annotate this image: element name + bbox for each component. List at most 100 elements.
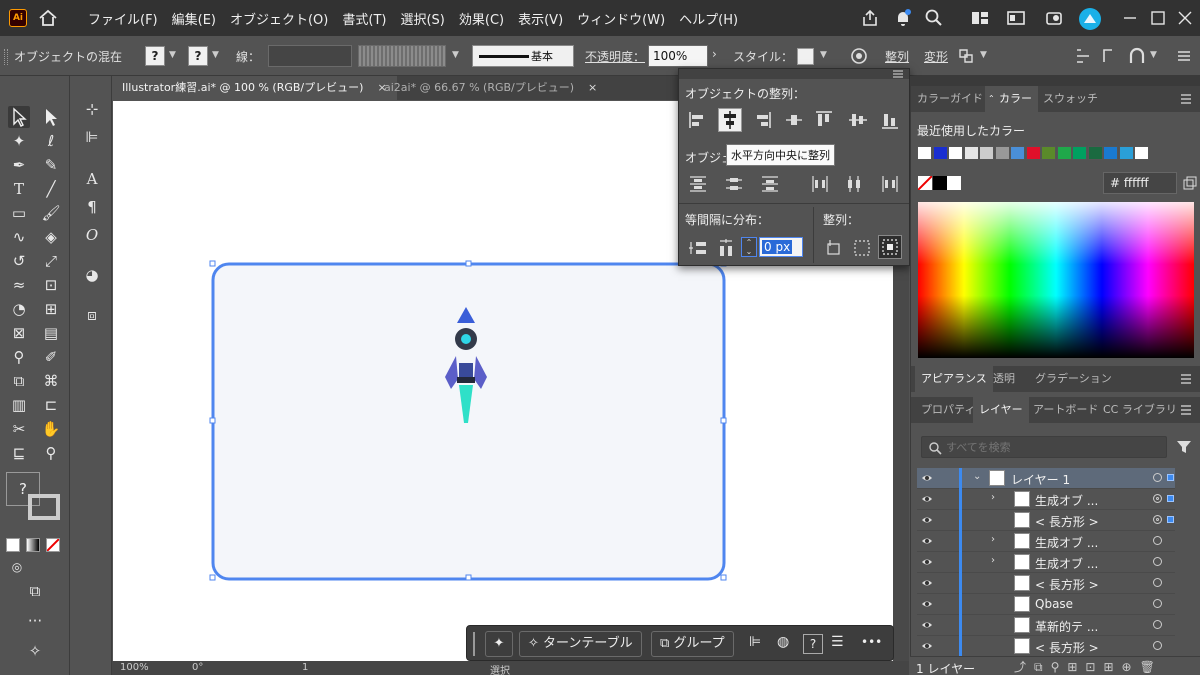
white-swatch[interactable] [947, 176, 961, 190]
black-swatch[interactable] [933, 176, 947, 190]
selection-indicator[interactable] [1167, 474, 1174, 481]
arrange-icon[interactable] [970, 8, 990, 28]
panel-menu-icon[interactable] [1179, 372, 1193, 386]
align-panel-icon[interactable]: ⊫ [81, 126, 103, 148]
menu-type[interactable]: 書式(T) [342, 9, 386, 28]
pixel-snap-icon[interactable] [1100, 47, 1120, 65]
align-to-artboard-button[interactable] [878, 235, 902, 259]
distribute-right-icon[interactable] [879, 173, 901, 195]
recent-color-swatch[interactable] [1056, 146, 1072, 160]
align-right-icon[interactable] [751, 109, 773, 131]
layers-search[interactable] [921, 436, 1167, 458]
search-icon[interactable] [924, 8, 944, 28]
recent-color-swatch[interactable] [1087, 146, 1103, 160]
warp-tool-icon[interactable]: ≈ [8, 274, 30, 296]
spacing-field[interactable]: 0 px [759, 237, 803, 257]
distribute-hcenter-icon[interactable] [843, 173, 865, 195]
paintbrush-icon[interactable]: 🖌 [40, 202, 62, 224]
menu-window[interactable]: ウィンドウ(W) [577, 9, 665, 28]
zoom-tool-icon[interactable]: ⚲ [40, 442, 62, 464]
pathfinder-icon[interactable]: ◕ [81, 264, 103, 286]
align-icon[interactable]: ⊫ [749, 634, 761, 650]
more-tools-icon[interactable]: ··· [24, 610, 46, 632]
visibility-eye-icon[interactable] [921, 556, 933, 568]
slice-tool-icon[interactable]: ✂ [8, 418, 30, 440]
chevron-down-icon[interactable]: ▼ [1150, 50, 1157, 60]
target-icon[interactable] [1153, 620, 1162, 629]
color-spectrum[interactable] [918, 202, 1194, 358]
copy-hex-icon[interactable] [1183, 176, 1197, 190]
menu-help[interactable]: ヘルプ(H) [679, 9, 738, 28]
gradient-mode-icon[interactable] [26, 538, 40, 552]
recent-color-swatch[interactable] [979, 146, 994, 160]
recent-color-swatch[interactable] [1072, 146, 1087, 160]
target-icon[interactable] [1153, 473, 1162, 482]
hex-field[interactable]: # ffffff [1103, 172, 1177, 194]
target-icon[interactable] [1153, 599, 1162, 608]
target-icon[interactable] [1153, 536, 1162, 545]
zoom-level[interactable]: 100% [120, 662, 149, 673]
panel-menu-icon[interactable] [1176, 48, 1192, 64]
stroke-weight-field[interactable] [268, 45, 352, 67]
layer-row[interactable]: < 長方形 > [917, 573, 1175, 594]
menu-object[interactable]: オブジェクト(O) [230, 9, 328, 28]
distribute-vcenter-icon[interactable] [723, 173, 745, 195]
tab-layers[interactable]: レイヤー [973, 397, 1029, 423]
distribute-left-icon[interactable] [809, 173, 831, 195]
layer-row[interactable]: › 生成オブ ... [917, 531, 1175, 552]
color-mode-icon[interactable] [6, 538, 20, 552]
panel-menu-icon[interactable] [1179, 92, 1193, 106]
chevron-down-icon[interactable]: ▼ [452, 50, 459, 60]
screen-mode-tool-icon[interactable]: ⧉ [24, 580, 46, 602]
rectangle-tool-icon[interactable]: ▭ [8, 202, 30, 224]
stroke-color-box[interactable] [28, 494, 60, 520]
chevron-down-icon[interactable]: ▼ [980, 50, 987, 60]
blend-tool-icon[interactable]: ⧉ [8, 370, 30, 392]
screen-mode-icon[interactable] [1006, 8, 1026, 28]
align-vertical-top-icon[interactable] [813, 109, 835, 131]
type-tool-icon[interactable]: T [8, 178, 30, 200]
chevron-right-icon[interactable]: › [991, 534, 995, 545]
artboard-index[interactable]: 1 [302, 662, 308, 673]
direct-selection-tool-icon[interactable] [40, 106, 62, 128]
recent-color-swatch[interactable] [1134, 146, 1149, 160]
menu-select[interactable]: 選択(S) [400, 9, 444, 28]
transform-link[interactable]: 変形 [924, 48, 948, 65]
layer-row[interactable]: < 長方形 > [917, 636, 1175, 657]
selection-tool-icon[interactable] [8, 106, 30, 128]
chevron-down-icon[interactable]: ▼ [212, 50, 219, 60]
close-icon[interactable]: × [588, 81, 597, 94]
panel-header[interactable] [679, 69, 909, 79]
isolate-icon[interactable] [957, 47, 975, 65]
visibility-eye-icon[interactable] [921, 577, 933, 589]
mesh-tool-icon[interactable]: ⊠ [8, 322, 30, 344]
grip-handle[interactable] [4, 49, 8, 65]
menu-edit[interactable]: 編集(E) [172, 9, 216, 28]
recent-color-swatch[interactable] [994, 146, 1010, 160]
chevron-right-icon[interactable]: › [991, 492, 995, 503]
artboard-tool-icon[interactable]: ⊏ [40, 394, 62, 416]
layer-row[interactable]: › 生成オブ ... [917, 489, 1175, 510]
recent-color-swatch[interactable] [963, 146, 979, 160]
arrange-panel-icon[interactable]: ⧈ [81, 304, 103, 326]
layers-footer-actions[interactable]: ⤴⧉⚲⊞⊡⊞⊕🗑 [1014, 658, 1163, 675]
distribute-vertical-space-icon[interactable] [687, 237, 709, 259]
lasso-icon[interactable]: ℓ [40, 130, 62, 152]
layer-name[interactable]: レイヤー 1 [1011, 471, 1070, 488]
layer-name[interactable]: Qbase [1035, 597, 1073, 611]
generative-button[interactable]: ✦ [485, 631, 513, 657]
tab-color[interactable]: ⌃ カラー [985, 86, 1038, 112]
turntable-button[interactable]: ✧ ターンテーブル [519, 631, 642, 657]
recent-color-swatch[interactable] [948, 146, 963, 160]
free-transform-icon[interactable]: ⊡ [40, 274, 62, 296]
home-icon[interactable] [38, 9, 58, 27]
tab-swatches[interactable]: スウォッチ [1037, 86, 1104, 112]
menu-file[interactable]: ファイル(F) [88, 9, 158, 28]
distribute-top-icon[interactable] [687, 173, 709, 195]
tab-cc-libraries[interactable]: CC ライブラリ [1097, 397, 1183, 423]
graph-tool-icon[interactable]: ▥ [8, 394, 30, 416]
recent-color-swatch[interactable] [1118, 146, 1134, 160]
group-button[interactable]: ⧉ グループ [651, 631, 734, 657]
chevron-right-icon[interactable]: › [712, 47, 717, 61]
fill-swatch[interactable]: ? [145, 46, 165, 66]
